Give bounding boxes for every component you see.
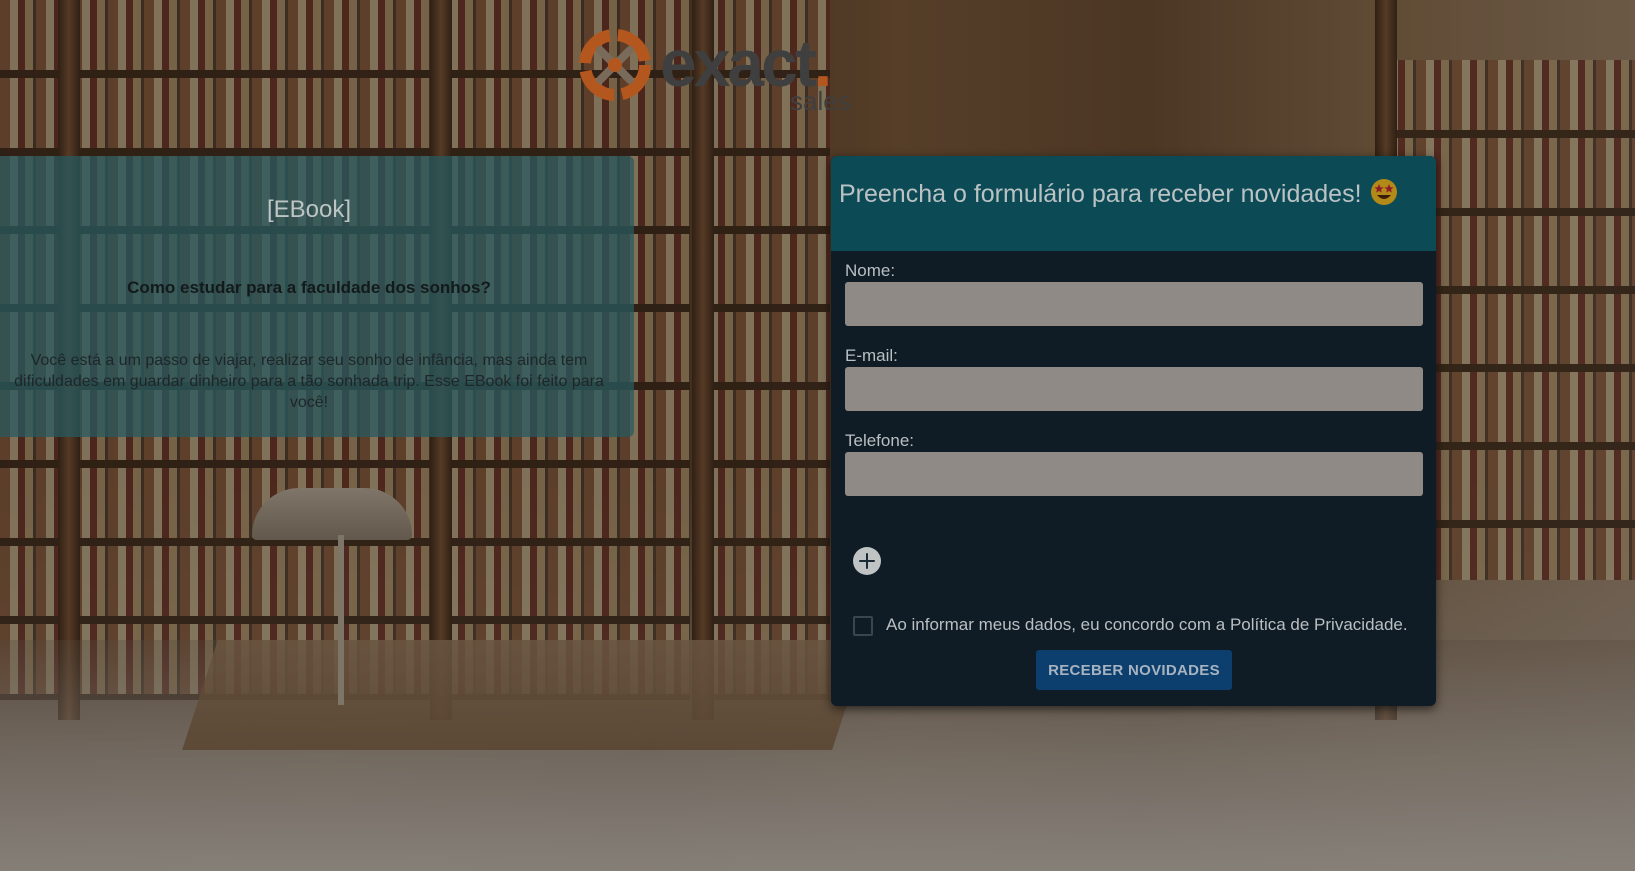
- phone-input[interactable]: [845, 452, 1423, 496]
- email-label: E-mail:: [845, 346, 898, 365]
- name-input[interactable]: [845, 282, 1423, 326]
- email-input[interactable]: [845, 367, 1423, 411]
- logo-sub: sales: [790, 86, 851, 116]
- name-label: Nome:: [845, 261, 896, 280]
- ebook-description: Você está a um passo de viajar, realizar…: [14, 352, 604, 411]
- plus-circle-icon: [859, 553, 875, 569]
- consent-row: Ao informar meus dados, eu concordo com …: [853, 614, 1433, 638]
- ebook-title: [EBook]: [266, 196, 352, 223]
- logo-mark-icon: [579, 29, 651, 101]
- submit-button[interactable]: RECEBER NOVIDADES: [1036, 650, 1232, 690]
- star-struck-emoji-icon: [1370, 178, 1398, 206]
- consent-text: Ao informar meus dados, eu concordo com …: [886, 615, 1408, 634]
- phone-label: Telefone:: [845, 431, 914, 450]
- form-title: Preencha o formulário para receber novid…: [839, 178, 1398, 209]
- form-title-text: Preencha o formulário para receber novid…: [839, 180, 1362, 208]
- ebook-subtitle: Como estudar para a faculdade dos sonhos…: [127, 278, 491, 297]
- consent-checkbox[interactable]: [853, 616, 873, 636]
- ebook-info-panel: [EBook] Como estudar para a faculdade do…: [0, 156, 634, 437]
- signup-form-card: Preencha o formulário para receber novid…: [831, 156, 1436, 706]
- form-header: Preencha o formulário para receber novid…: [831, 156, 1436, 251]
- exact-sales-logo: exact. sales: [578, 22, 851, 116]
- add-field-button[interactable]: [853, 547, 881, 575]
